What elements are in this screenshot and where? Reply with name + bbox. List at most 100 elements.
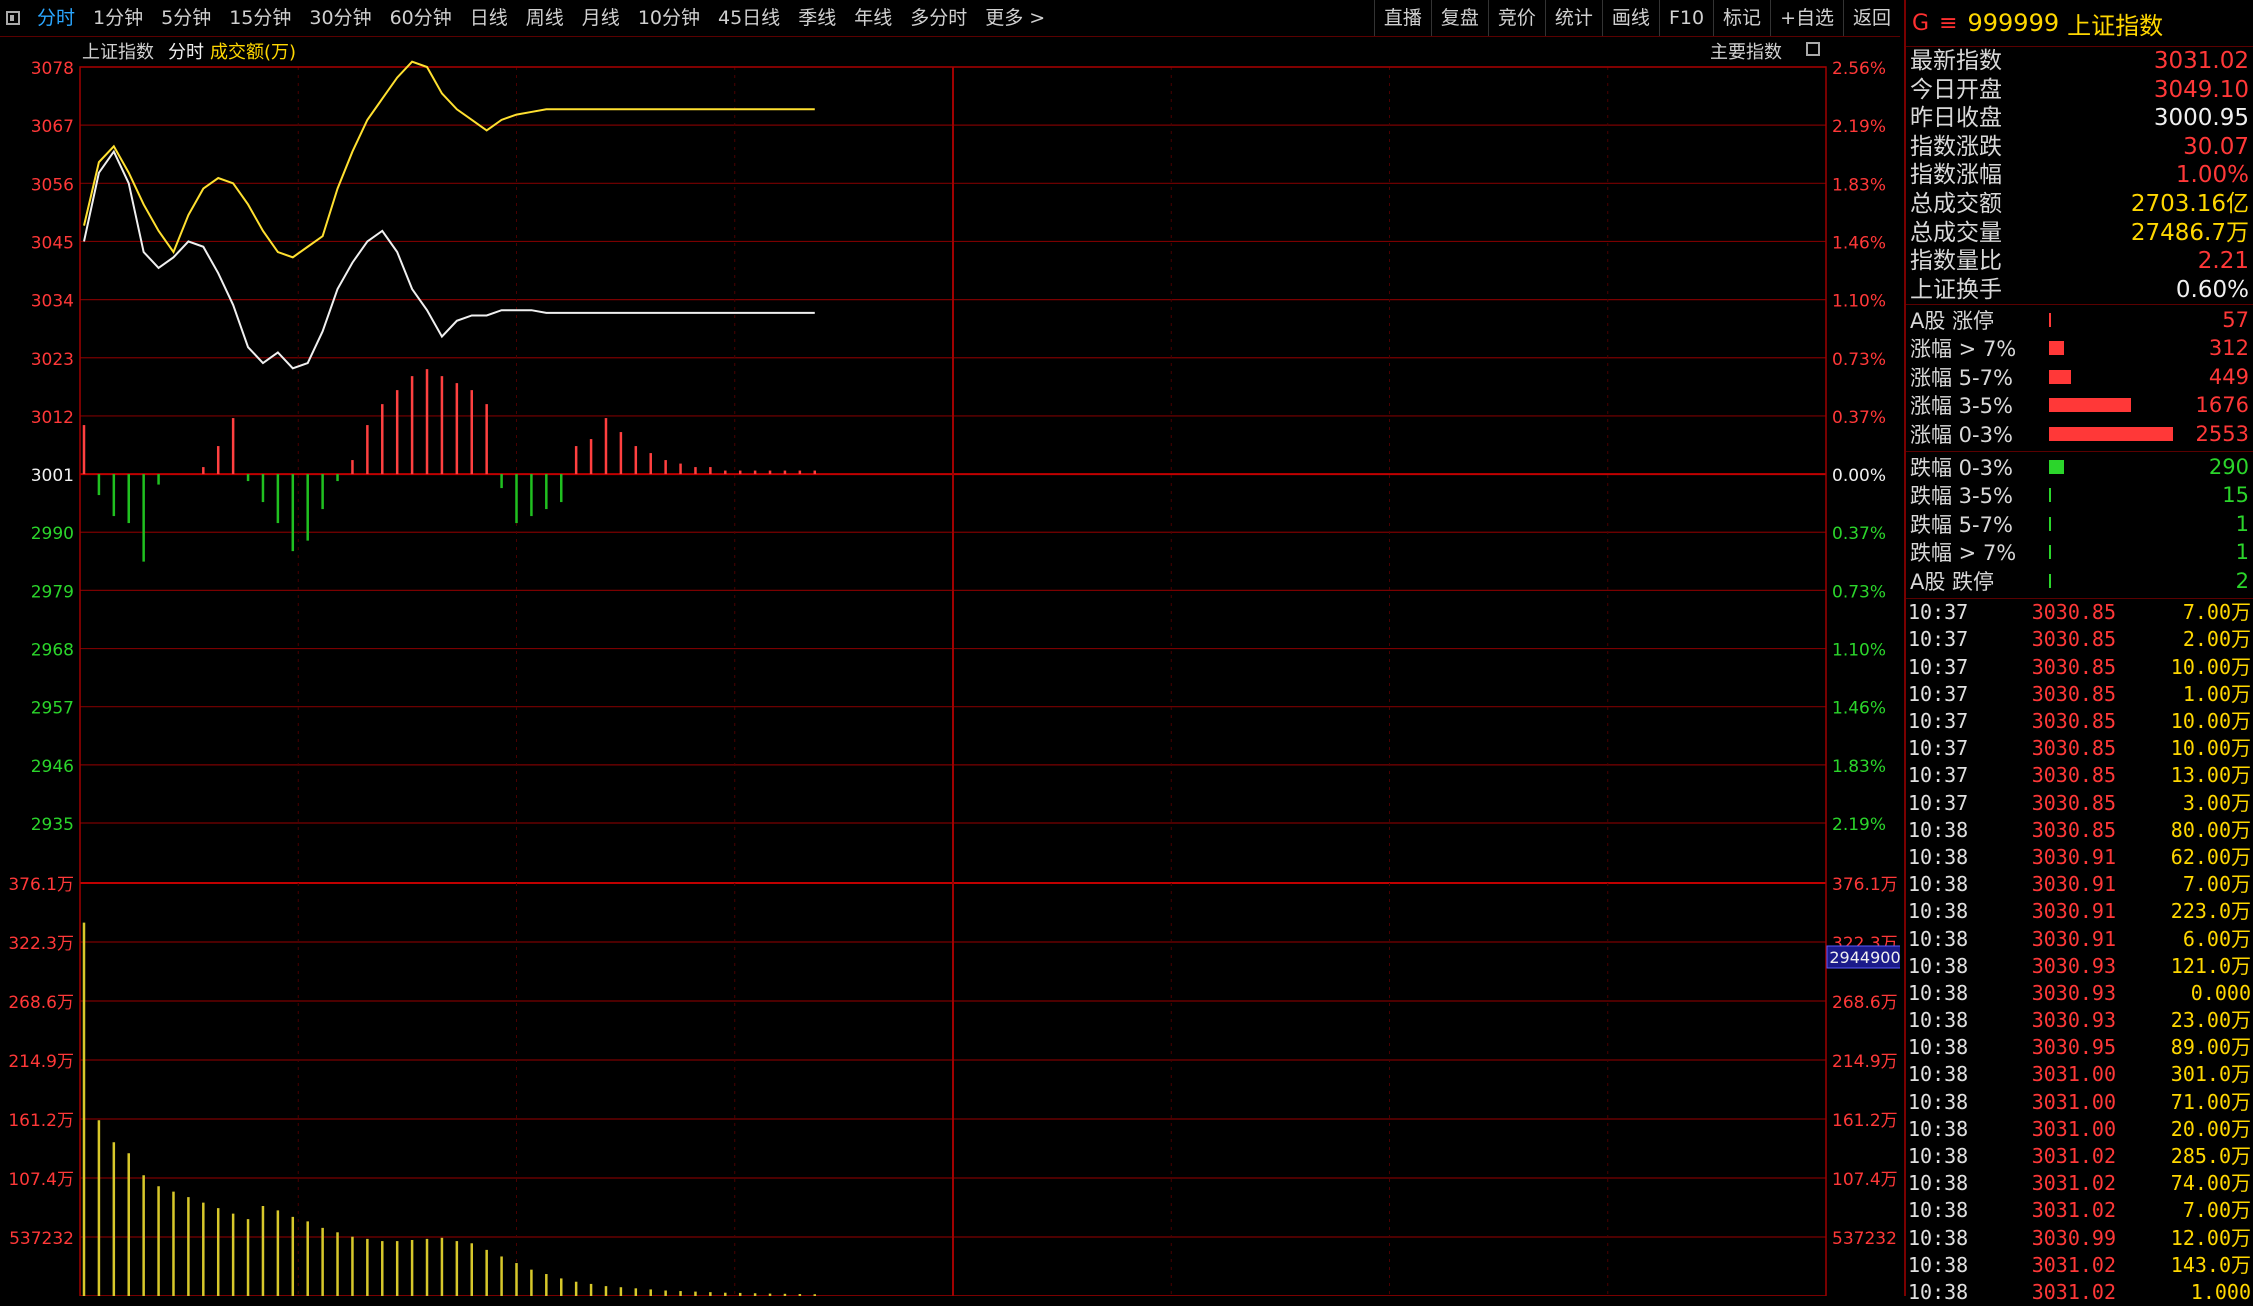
dist-bar: [2049, 427, 2173, 442]
quote-header: G ≡ 999999 上证指数: [1906, 0, 2253, 47]
tick-row: 10:38 3031.02 74.00万: [1906, 1170, 2253, 1197]
stats-list: 最新指数 3031.02 今日开盘 3049.10 昨日收盘 3000.95 指数涨跌 30.…: [1906, 47, 2253, 304]
stock-code: 999999: [1967, 9, 2060, 37]
tab-6[interactable]: 日线: [461, 0, 517, 36]
tick-price: 3030.85: [2031, 600, 2116, 625]
price-tick-label: 2990: [31, 524, 74, 544]
tick-volume: 3.00万: [2182, 790, 2251, 815]
tick-time: 10:37: [1908, 681, 1969, 706]
volume-marker-label: 2944900: [1829, 948, 1900, 967]
tool-button-3[interactable]: 统计: [1544, 0, 1602, 36]
price-tick-label: 3067: [31, 117, 74, 137]
dist-row: 跌幅 > 7% 1: [1906, 538, 2253, 567]
pct-tick-label: 1.83%: [1832, 757, 1886, 777]
tab-0[interactable]: 分时: [28, 0, 84, 36]
tool-button-0[interactable]: 直播: [1373, 0, 1431, 36]
g-badge[interactable]: G: [1912, 11, 1929, 36]
pct-tick-label: 1.10%: [1832, 292, 1886, 312]
pct-tick-label: 1.83%: [1832, 175, 1886, 195]
tick-time: 10:37: [1908, 600, 1969, 625]
tick-volume: 71.00万: [2170, 1089, 2251, 1114]
pct-tick-label: 0.73%: [1832, 582, 1886, 602]
dist-row: 跌幅 0-3% 290: [1906, 452, 2253, 481]
tool-button-8[interactable]: 返回: [1842, 0, 1900, 36]
tick-price: 3030.91: [2031, 926, 2116, 951]
tick-volume: 0.000: [2190, 980, 2251, 1005]
tick-volume: 10.00万: [2170, 654, 2251, 679]
pct-tick-label: 0.00%: [1832, 466, 1886, 486]
tab-7[interactable]: 周线: [517, 0, 573, 36]
tab-5[interactable]: 60分钟: [381, 0, 461, 36]
intraday-chart[interactable]: 3078 2.56% 3067 2.19% 3056 1.83% 3045 1.46% 3034…: [0, 36, 1900, 1296]
tick-price: 3030.91: [2031, 844, 2116, 869]
tab-8[interactable]: 月线: [573, 0, 629, 36]
tick-row: 10:37 3030.85 10.00万: [1906, 654, 2253, 681]
tool-button-5[interactable]: F10: [1658, 0, 1713, 36]
tab-10[interactable]: 45日线: [709, 0, 789, 36]
panel-toggle-icon[interactable]: [6, 11, 20, 25]
price-tick-label: 3045: [31, 233, 74, 253]
tab-9[interactable]: 10分钟: [629, 0, 709, 36]
tick-time: 10:38: [1908, 980, 1969, 1005]
tick-row: 10:38 3030.91 62.00万: [1906, 844, 2253, 871]
tick-row: 10:38 3030.95 89.00万: [1906, 1034, 2253, 1061]
stat-label: 指数涨跌: [1910, 133, 2002, 160]
tick-volume: 7.00万: [2182, 872, 2251, 897]
tab-14[interactable]: 更多 >: [976, 0, 1054, 36]
tick-price: 3030.95: [2031, 1035, 2116, 1060]
tick-volume: 10.00万: [2170, 709, 2251, 734]
pct-tick-label: 0.73%: [1832, 350, 1886, 370]
stat-row: 最新指数 3031.02: [1906, 47, 2253, 76]
tool-button-7[interactable]: +自选: [1770, 0, 1843, 36]
tick-price: 3030.85: [2031, 627, 2116, 652]
tick-row: 10:38 3030.91 6.00万: [1906, 926, 2253, 953]
tick-price: 3030.85: [2031, 790, 2116, 815]
tab-2[interactable]: 5分钟: [152, 0, 220, 36]
tick-row: 10:38 3030.85 80.00万: [1906, 817, 2253, 844]
tick-list[interactable]: 10:37 3030.85 7.00万 10:37 3030.85 2.00万 10:37 3…: [1906, 599, 2253, 1306]
tab-13[interactable]: 多分时: [901, 0, 976, 36]
tool-button-2[interactable]: 竞价: [1487, 0, 1545, 36]
tick-time: 10:38: [1908, 1035, 1969, 1060]
tick-time: 10:38: [1908, 1171, 1969, 1196]
dist-value: 57: [2222, 307, 2249, 332]
dist-label: A股 跌停: [1910, 569, 1995, 594]
pct-tick-label: 1.46%: [1832, 233, 1886, 253]
volume-tick-label: 161.2万: [8, 1111, 74, 1131]
tick-price: 3031.00: [2031, 1116, 2116, 1141]
pct-tick-label: 2.56%: [1832, 59, 1886, 79]
dist-label: 涨幅 > 7%: [1910, 337, 2017, 362]
dist-bar: [2049, 341, 2064, 356]
stat-label: 昨日收盘: [1910, 105, 2002, 132]
tick-time: 10:38: [1908, 1062, 1969, 1087]
tool-button-1[interactable]: 复盘: [1430, 0, 1488, 36]
tick-price: 3031.02: [2031, 1171, 2116, 1196]
tick-row: 10:38 3031.02 1.000: [1906, 1279, 2253, 1306]
tool-button-4[interactable]: 画线: [1601, 0, 1659, 36]
dist-value: 1: [2235, 540, 2249, 565]
volume-tick-label: 214.9万: [8, 1052, 74, 1072]
price-tick-label: 3001: [31, 466, 74, 486]
tick-price: 3030.91: [2031, 899, 2116, 924]
dist-value: 2: [2235, 568, 2249, 593]
dist-row: 涨幅 5-7% 449: [1906, 363, 2253, 392]
tool-button-6[interactable]: 标记: [1713, 0, 1770, 36]
tick-volume: 20.00万: [2170, 1116, 2251, 1141]
stock-name: 上证指数: [2067, 11, 2164, 40]
volume-tick-label: 537232: [9, 1229, 74, 1249]
tab-11[interactable]: 季线: [789, 0, 845, 36]
volume-tick-label-right: 214.9万: [1832, 1052, 1898, 1072]
menu-icon[interactable]: ≡: [1939, 11, 1957, 36]
tab-1[interactable]: 1分钟: [84, 0, 152, 36]
tick-time: 10:38: [1908, 1008, 1969, 1033]
price-tick-label: 2979: [31, 582, 74, 602]
tick-price: 3030.93: [2031, 1008, 2116, 1033]
stat-label: 最新指数: [1910, 48, 2002, 74]
dist-row: 涨幅 > 7% 312: [1906, 334, 2253, 363]
tab-4[interactable]: 30分钟: [300, 0, 380, 36]
stat-row: 指数涨跌 30.07: [1906, 133, 2253, 162]
price-tick-label: 3056: [31, 175, 74, 195]
tab-12[interactable]: 年线: [845, 0, 901, 36]
tab-3[interactable]: 15分钟: [220, 0, 300, 36]
dist-value: 1: [2235, 511, 2249, 536]
